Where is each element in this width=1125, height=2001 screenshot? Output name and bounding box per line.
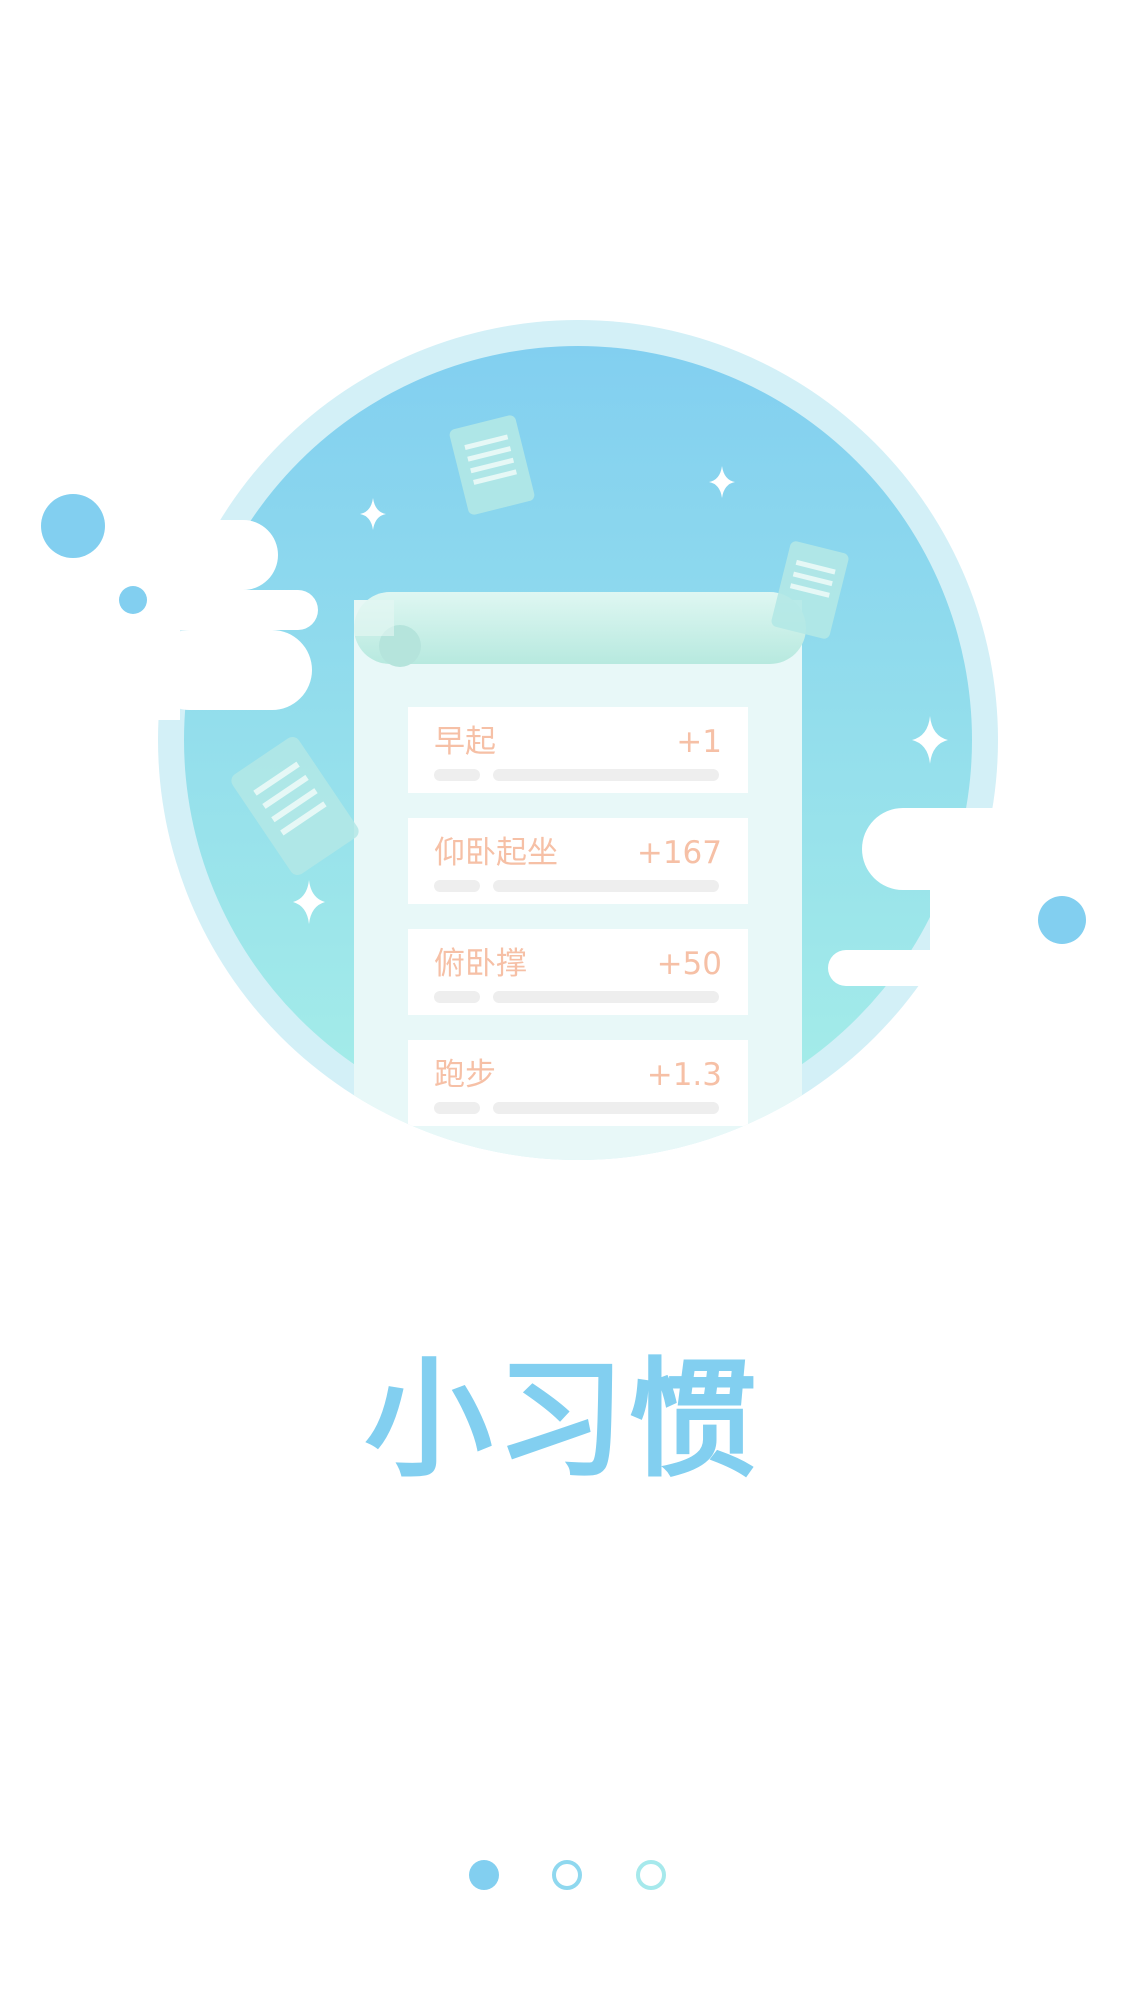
page-dot-2[interactable] — [552, 1860, 582, 1890]
scroll-roll — [354, 592, 806, 664]
bubble-small-left — [119, 586, 147, 614]
onboarding-title: 小习惯 — [364, 1345, 761, 1495]
onboarding-illustration: 早起 +1 仰卧起坐 +167 俯卧撑 +50 跑步 +1.3 — [0, 0, 1125, 1200]
habit-value-sit-ups: +167 — [636, 835, 722, 871]
page-indicator — [0, 1860, 1125, 1892]
bubble-right — [1038, 896, 1086, 944]
page-dot-1[interactable] — [469, 1860, 499, 1890]
habit-label-sit-ups: 仰卧起坐 — [434, 835, 558, 871]
habit-label-wake-early: 早起 — [434, 724, 496, 760]
habit-label-push-ups: 俯卧撑 — [434, 946, 527, 982]
habit-label-running: 跑步 — [434, 1057, 496, 1093]
habit-value-running: +1.3 — [646, 1057, 722, 1093]
page-dot-3[interactable] — [636, 1860, 666, 1890]
bubble-large-left — [41, 494, 105, 558]
habit-value-wake-early: +1 — [676, 724, 722, 760]
habit-list-illustration — [41, 320, 1125, 1160]
habit-value-push-ups: +50 — [656, 946, 722, 982]
